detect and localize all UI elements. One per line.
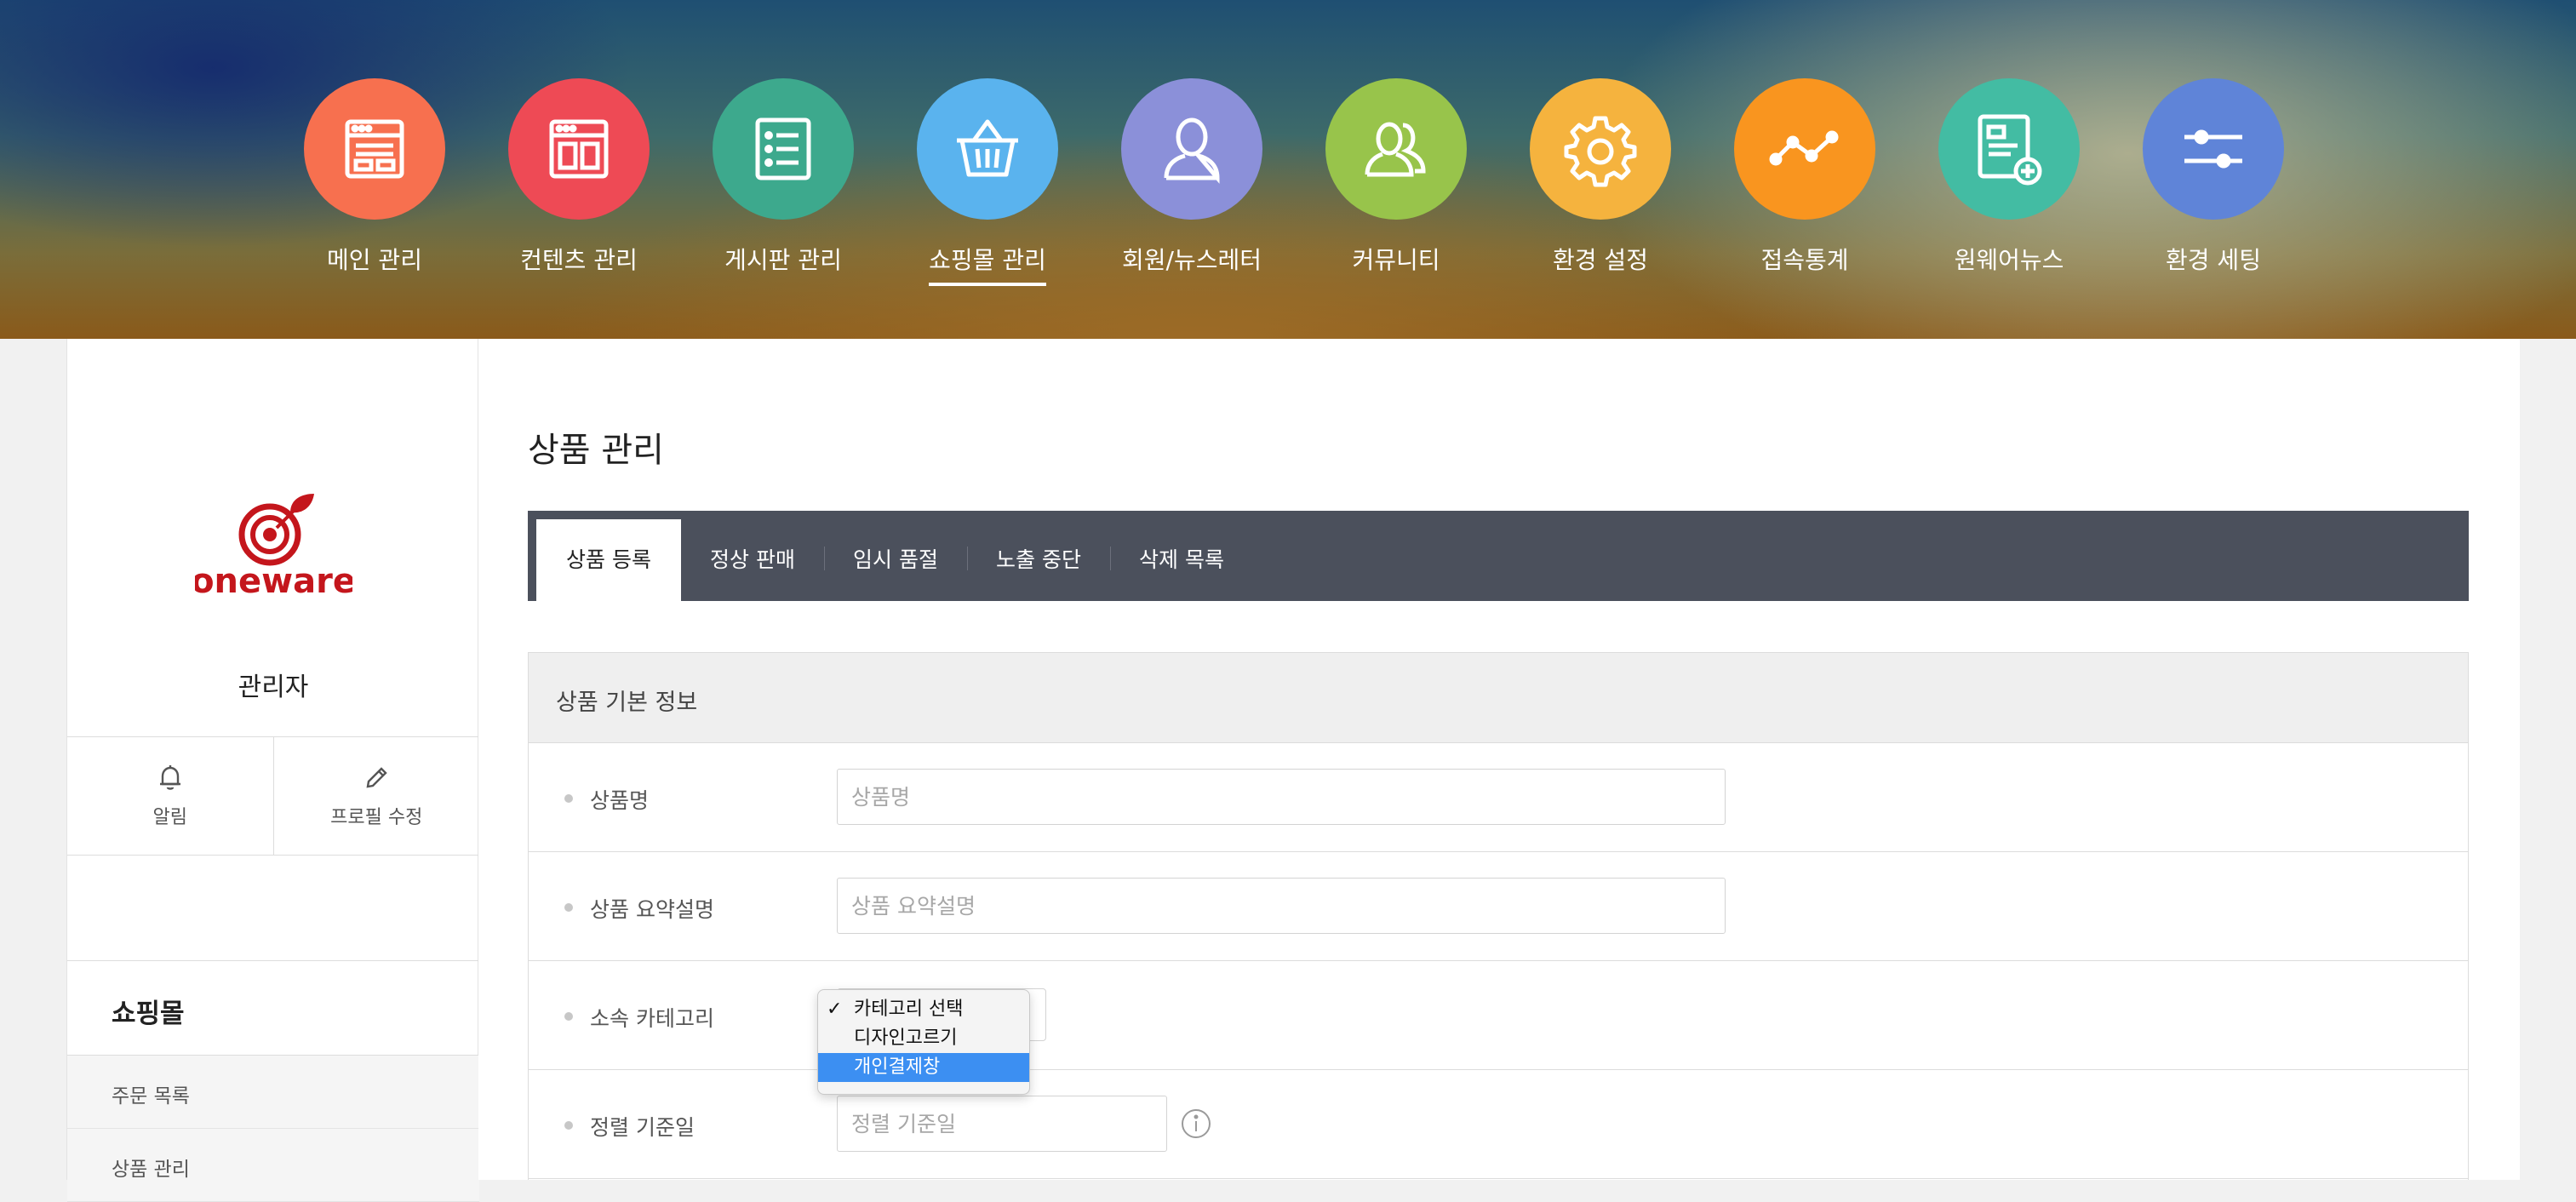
page-title: 상품 관리 xyxy=(528,431,664,470)
category-option[interactable]: ✓ 카테고리 선택 xyxy=(818,995,1029,1024)
nav-label: 환경 세팅 xyxy=(2166,246,2261,274)
nav-label: 컨텐츠 관리 xyxy=(520,246,638,274)
tab-deleted[interactable]: 삭제 목록 xyxy=(1119,519,1245,601)
category-dropdown-menu: ✓ 카테고리 선택 디자인고르기 개인결제창 xyxy=(817,989,1030,1095)
pencil-icon xyxy=(366,767,387,788)
nav-member-newsletter[interactable]: 회원/뉴스레터 xyxy=(1090,78,1294,286)
basket-icon xyxy=(917,78,1058,220)
sliders-icon xyxy=(2143,78,2284,220)
sort-date-label: 정렬 기준일 xyxy=(564,1111,695,1142)
oneware-logo: oneware xyxy=(195,494,352,601)
list-icon xyxy=(713,78,854,220)
nav-label: 환경 설정 xyxy=(1553,246,1648,274)
nav-settings[interactable]: 환경 설정 xyxy=(1498,78,1703,286)
form-row-name: 상품명 xyxy=(529,743,2468,852)
nav-board-management[interactable]: 게시판 관리 xyxy=(681,78,885,286)
category-label: 소속 카테고리 xyxy=(564,1002,714,1033)
stats-icon xyxy=(1734,78,1875,220)
admin-name: 관리자 xyxy=(238,673,309,702)
bell-icon xyxy=(159,765,180,790)
category-option[interactable]: 디자인고르기 xyxy=(818,1024,1029,1053)
tab-bar: 상품 등록 정상 판매 임시 품절 노출 중단 삭제 목록 xyxy=(528,511,2469,601)
sort-date-input[interactable] xyxy=(837,1096,1167,1152)
main-content: 상품 관리 상품 등록 정상 판매 임시 품절 노출 중단 삭제 목록 상품 기… xyxy=(478,339,2520,1180)
users-icon xyxy=(1325,78,1467,220)
user-icon xyxy=(1121,78,1262,220)
tab-temp-soldout[interactable]: 임시 품절 xyxy=(833,519,959,601)
quick-actions: 알림 프로필 수정 xyxy=(67,736,479,856)
edit-profile-button[interactable]: 프로필 수정 xyxy=(272,737,480,855)
nav-label: 접속통계 xyxy=(1760,246,1849,274)
news-add-icon xyxy=(1938,78,2080,220)
nav-label: 게시판 관리 xyxy=(724,246,842,274)
alert-label: 알림 xyxy=(152,807,187,828)
nav-label: 커뮤니티 xyxy=(1352,246,1440,274)
tab-hidden[interactable]: 노출 중단 xyxy=(976,519,1102,601)
nav-shop-management[interactable]: 쇼핑몰 관리 xyxy=(885,78,1090,286)
nav-content-management[interactable]: 컨텐츠 관리 xyxy=(477,78,681,286)
svg-text:oneware: oneware xyxy=(195,562,352,601)
product-name-label: 상품명 xyxy=(564,784,649,815)
nav-label: 쇼핑몰 관리 xyxy=(929,242,1046,286)
sidebar-item-product-management[interactable]: 상품 관리 xyxy=(67,1129,479,1202)
sidebar-section-title: 쇼핑몰 xyxy=(67,960,479,1056)
product-summary-label: 상품 요약설명 xyxy=(564,893,714,924)
edit-profile-label: 프로필 수정 xyxy=(330,807,423,828)
tab-separator xyxy=(967,547,968,570)
nav-label: 원웨어뉴스 xyxy=(1954,246,2064,274)
info-icon[interactable] xyxy=(1180,1108,1212,1140)
nav-environment-setting[interactable]: 환경 세팅 xyxy=(2111,78,2316,286)
nav-main-management[interactable]: 메인 관리 xyxy=(272,78,477,286)
form-row-summary: 상품 요약설명 xyxy=(529,852,2468,961)
product-summary-input[interactable] xyxy=(837,878,1726,934)
product-basic-info-form: 상품 기본 정보 상품명 상품 요약설명 소속 카테고리 정렬 기준일 xyxy=(528,652,2469,1180)
tab-on-sale[interactable]: 정상 판매 xyxy=(690,519,816,601)
category-option-highlighted[interactable]: 개인결제창 xyxy=(818,1053,1029,1082)
sidebar: oneware 관리자 알림 프로필 수정 쇼핑몰 주문 목록 상품 관리 xyxy=(66,339,479,1202)
tab-separator xyxy=(824,547,825,570)
product-name-input[interactable] xyxy=(837,769,1726,825)
nav-oneware-news[interactable]: 원웨어뉴스 xyxy=(1907,78,2111,286)
tab-product-register[interactable]: 상품 등록 xyxy=(536,519,681,601)
layout-icon xyxy=(304,78,445,220)
nav-label: 회원/뉴스레터 xyxy=(1122,246,1262,274)
sidebar-item-order-list[interactable]: 주문 목록 xyxy=(67,1056,479,1129)
content-icon xyxy=(508,78,650,220)
alert-button[interactable]: 알림 xyxy=(67,737,273,855)
main-nav: 메인 관리 컨텐츠 관리 게시판 관리 쇼핑몰 관리 회원/뉴스레터 커뮤니티 … xyxy=(0,78,2576,286)
checkmark-icon: ✓ xyxy=(827,999,843,1020)
tab-separator xyxy=(1110,547,1111,570)
top-banner: 메인 관리 컨텐츠 관리 게시판 관리 쇼핑몰 관리 회원/뉴스레터 커뮤니티 … xyxy=(0,0,2576,339)
nav-access-stats[interactable]: 접속통계 xyxy=(1703,78,1907,286)
gear-icon xyxy=(1530,78,1671,220)
nav-community[interactable]: 커뮤니티 xyxy=(1294,78,1498,286)
form-title: 상품 기본 정보 xyxy=(529,653,2468,743)
nav-label: 메인 관리 xyxy=(327,246,422,274)
